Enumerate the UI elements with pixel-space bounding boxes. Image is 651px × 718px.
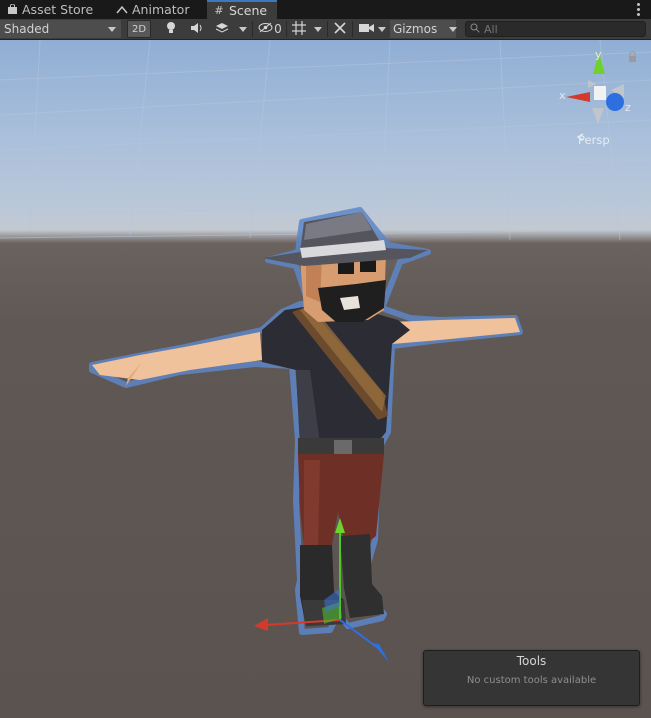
- tab-animator[interactable]: Animator: [110, 0, 206, 19]
- draw-mode-value: Shaded: [4, 22, 50, 36]
- search-input[interactable]: [484, 22, 634, 36]
- chevron-down-icon: [108, 26, 116, 32]
- scene-viewport[interactable]: y x z Persp Tools No custom tools availa…: [0, 40, 651, 718]
- scene-visibility-toggle[interactable]: 0: [255, 20, 285, 38]
- lightbulb-icon: [165, 21, 177, 38]
- camera-icon: [358, 22, 374, 36]
- toggle-2d-button[interactable]: 2D: [127, 20, 151, 38]
- belt-buckle: [334, 440, 352, 454]
- orientation-y-label: y: [595, 48, 602, 61]
- eye-hidden-icon: [258, 22, 273, 36]
- layers-effects-icon: [215, 22, 229, 37]
- gizmo-x-arrow[interactable]: [254, 618, 268, 631]
- right-boot: [340, 534, 384, 618]
- scene-render: [0, 40, 651, 662]
- animator-icon: [116, 4, 128, 16]
- tab-scene[interactable]: # Scene: [207, 0, 277, 19]
- orientation-x-label: x: [559, 89, 566, 102]
- effects-dropdown[interactable]: [236, 20, 250, 38]
- orientation-center-cube[interactable]: [594, 86, 606, 100]
- tools-overlay-title: Tools: [516, 654, 547, 668]
- speaker-icon: [190, 22, 204, 37]
- tools-overlay-message: No custom tools available: [466, 675, 597, 686]
- left-eye: [338, 262, 354, 274]
- scene-camera-button[interactable]: [356, 20, 376, 38]
- chevron-down-icon: [314, 26, 322, 32]
- grid-dropdown[interactable]: [311, 20, 325, 38]
- scene-toolbar: Shaded 2D 0 Gizmos All: [0, 19, 651, 40]
- shopping-bag-icon: [6, 4, 18, 16]
- right-eye: [360, 260, 376, 272]
- wrench-tools-icon: [333, 21, 347, 38]
- tab-asset-store[interactable]: Asset Store: [0, 0, 104, 19]
- grid-toggle[interactable]: [289, 20, 309, 38]
- toggle-2d-label: 2D: [131, 23, 147, 35]
- editor-tab-bar: Asset Store Animator # Scene: [0, 0, 651, 19]
- tools-toggle[interactable]: [330, 20, 350, 38]
- effects-toggle[interactable]: [211, 20, 233, 38]
- window-menu-icon[interactable]: [633, 1, 643, 17]
- character-model[interactable]: [89, 207, 523, 635]
- search-icon: [470, 22, 480, 36]
- grid-icon: [292, 20, 306, 38]
- chevron-down-icon: [449, 26, 458, 32]
- camera-dropdown[interactable]: [375, 20, 389, 38]
- audio-toggle[interactable]: [186, 20, 208, 38]
- orientation-neg-y-cone[interactable]: [592, 108, 604, 124]
- orientation-z-cone[interactable]: [606, 93, 624, 111]
- tab-label: Animator: [132, 2, 190, 17]
- gizmos-dropdown[interactable]: Gizmos: [390, 20, 458, 38]
- tools-overlay-panel[interactable]: Tools No custom tools available: [423, 650, 640, 706]
- orientation-z-label: z: [625, 101, 631, 114]
- projection-toggle[interactable]: Persp: [576, 133, 610, 147]
- lighting-toggle[interactable]: [160, 20, 182, 38]
- draw-mode-dropdown[interactable]: Shaded: [0, 20, 121, 38]
- chevron-down-icon: [239, 26, 247, 32]
- tab-label: Scene: [229, 3, 268, 18]
- chevron-down-icon: [378, 26, 386, 32]
- scene-search-field[interactable]: [465, 21, 646, 37]
- scene-grid-icon: #: [214, 4, 224, 17]
- orientation-x-cone[interactable]: [566, 92, 590, 102]
- sky-grid: [0, 40, 651, 241]
- tab-label: Asset Store: [22, 2, 94, 17]
- pants-highlight: [304, 460, 320, 545]
- hidden-count: 0: [274, 22, 282, 36]
- gizmos-label: Gizmos: [393, 22, 438, 36]
- gizmo-z-arrow[interactable]: [372, 643, 389, 662]
